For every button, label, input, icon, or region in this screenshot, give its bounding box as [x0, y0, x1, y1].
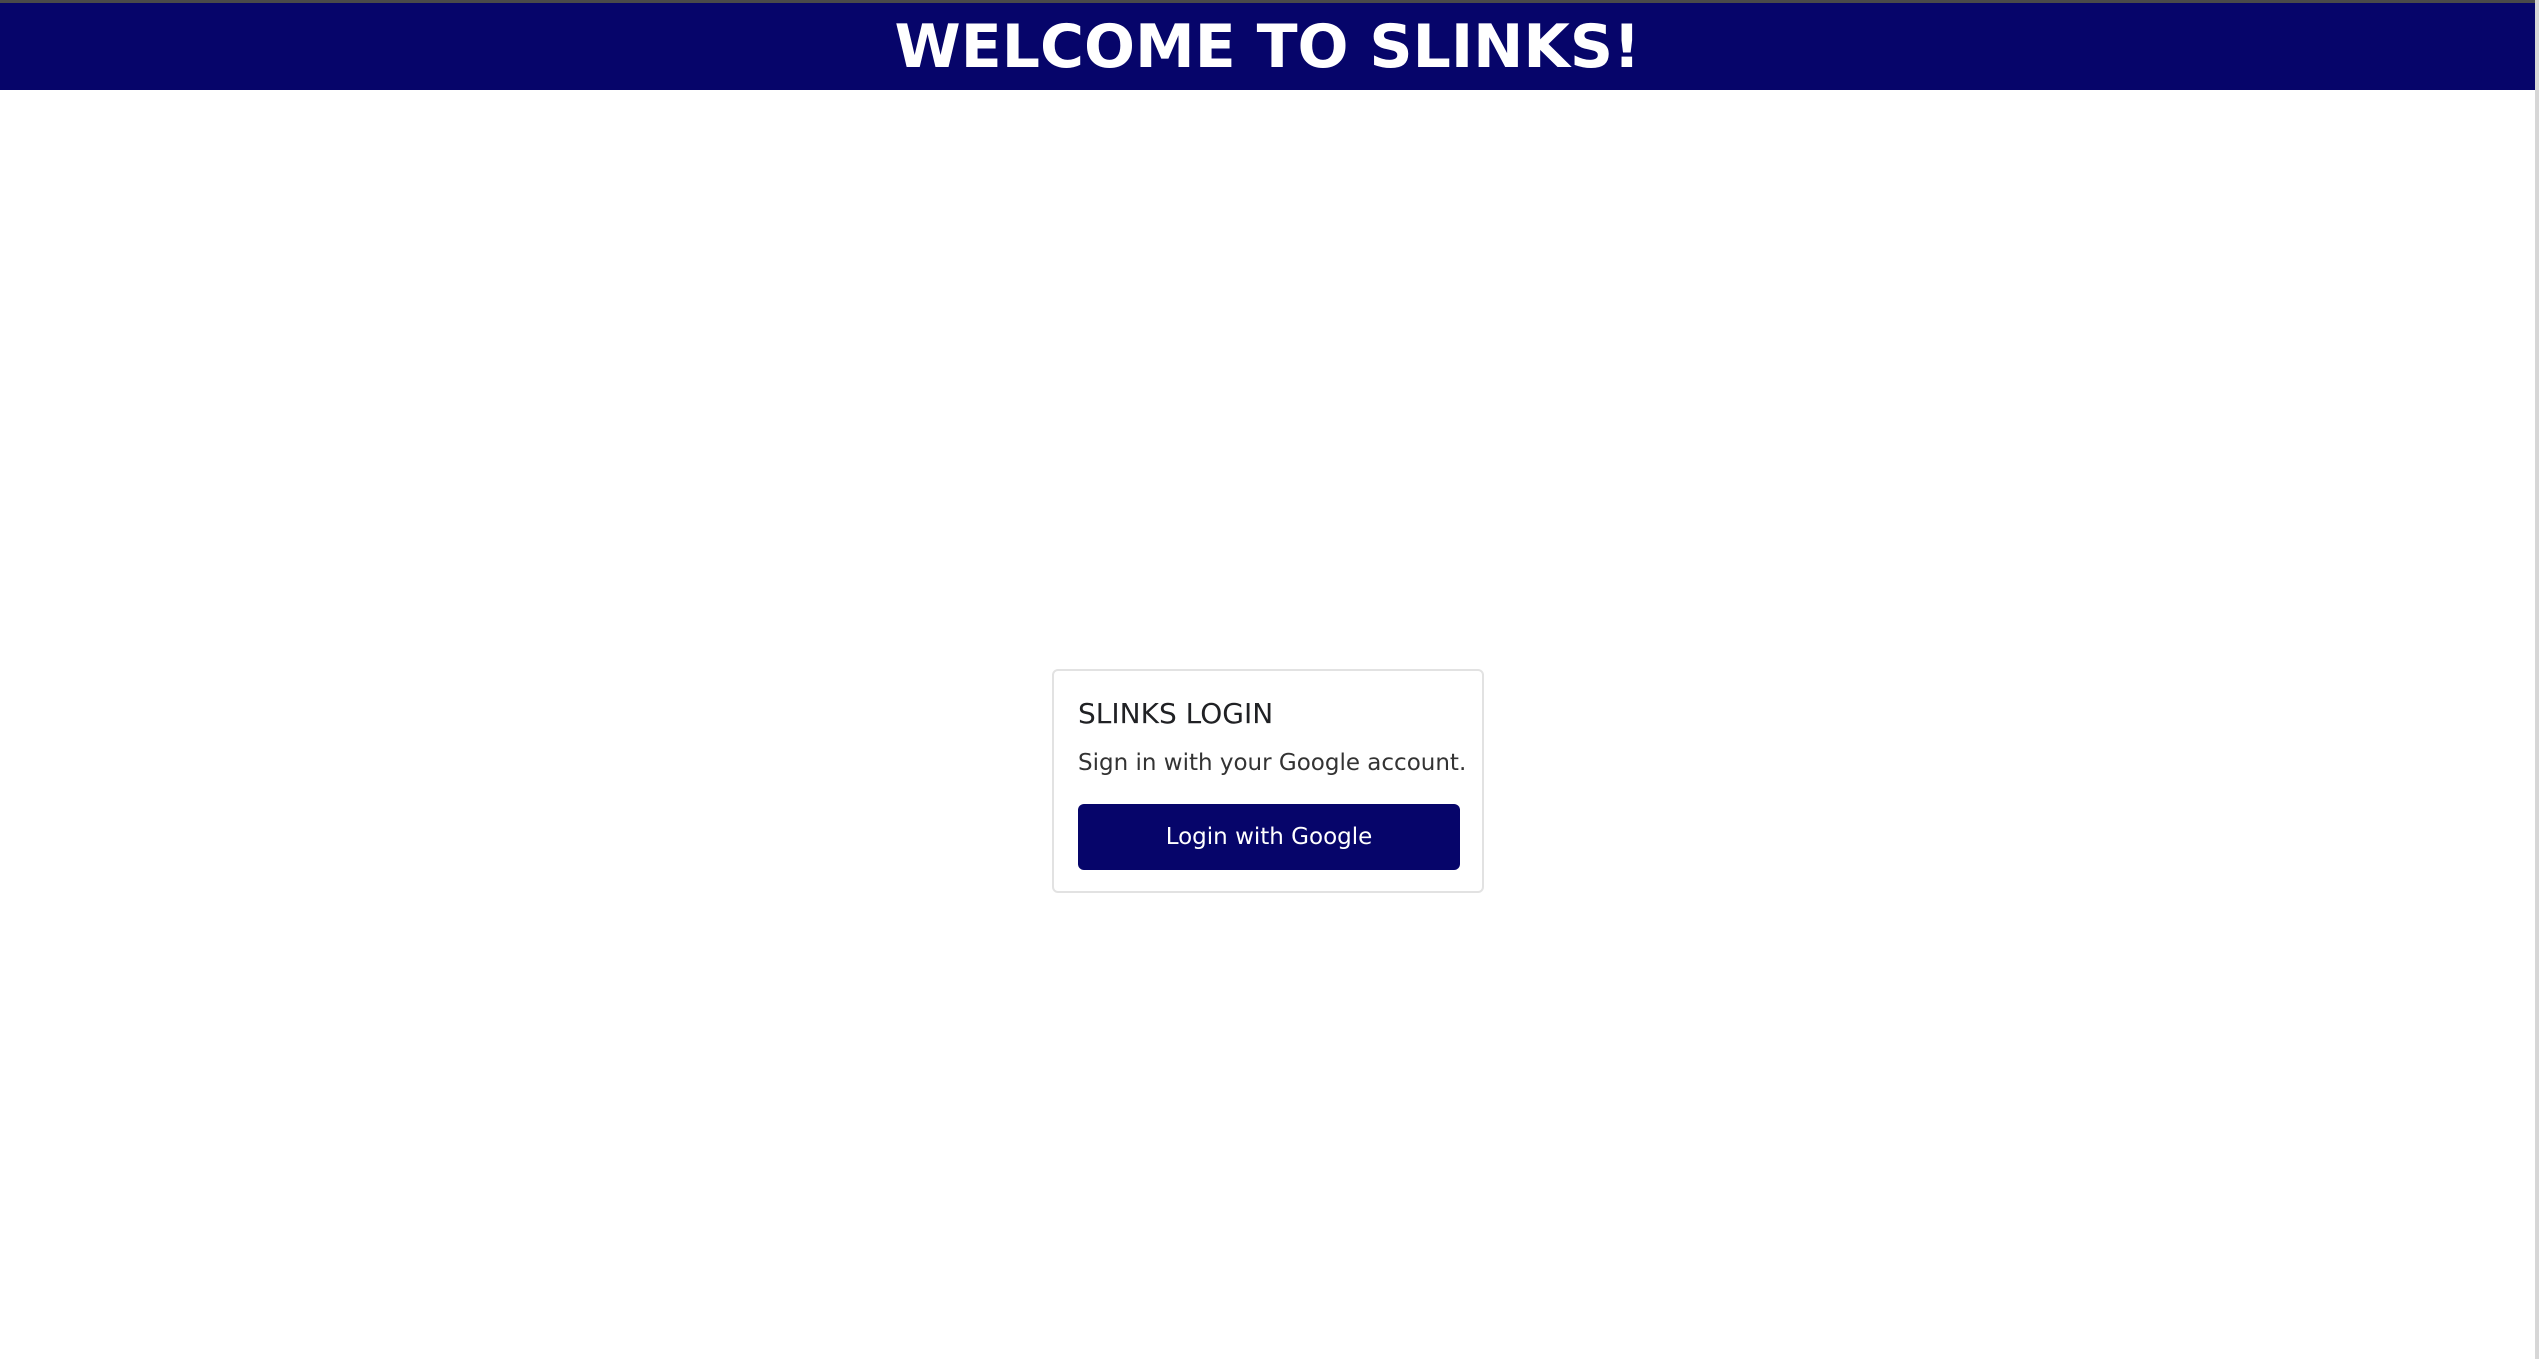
page-title: WELCOME TO SLINKS! [894, 11, 1641, 82]
login-card: SLINKS LOGIN Sign in with your Google ac… [1052, 669, 1484, 893]
site-header: WELCOME TO SLINKS! [0, 3, 2535, 90]
login-card-title: SLINKS LOGIN [1078, 697, 1274, 730]
window-right-border [2535, 0, 2539, 1359]
login-with-google-button[interactable]: Login with Google [1078, 804, 1460, 870]
login-card-description: Sign in with your Google account. [1078, 750, 1467, 776]
login-page: WELCOME TO SLINKS! SLINKS LOGIN Sign in … [0, 0, 2539, 1359]
